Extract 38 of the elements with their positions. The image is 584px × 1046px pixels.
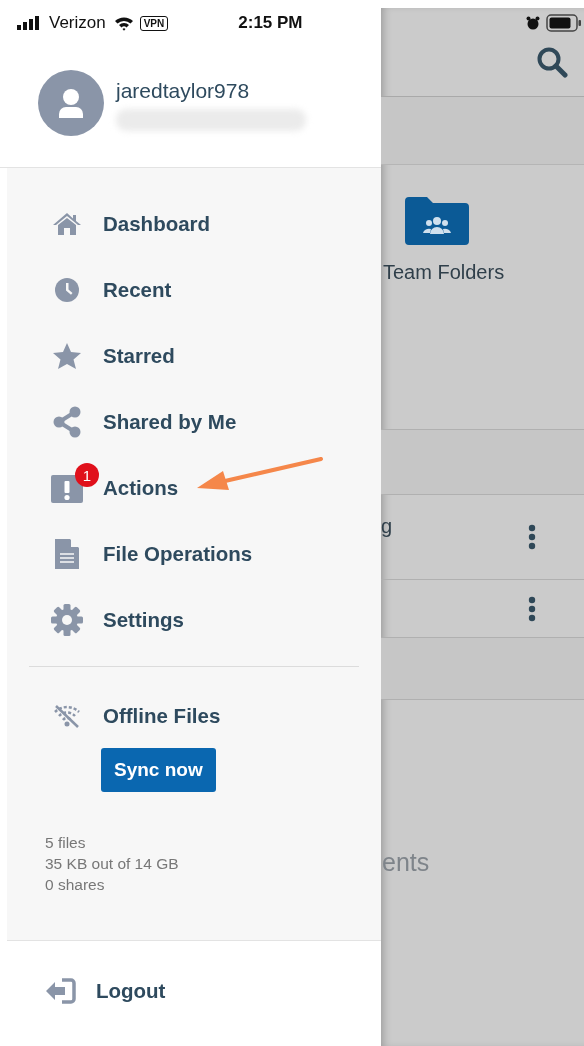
section-label: ents	[382, 848, 431, 877]
sync-now-button[interactable]: Sync now	[101, 748, 216, 792]
storage-stat: 5 files	[45, 833, 87, 853]
menu-item[interactable]: Starred	[29, 323, 359, 389]
menu-item[interactable]: Recent	[29, 257, 359, 323]
clock-icon	[54, 277, 80, 303]
folder-label: Team Folders	[383, 261, 506, 284]
logout-item[interactable]: Logout	[24, 957, 166, 1024]
avatar-icon	[38, 70, 104, 136]
alarm-icon	[526, 16, 540, 30]
row-title: g	[381, 515, 393, 538]
menu-item[interactable]: Dashboard	[29, 191, 359, 257]
battery-icon	[546, 14, 582, 32]
menu-item[interactable]: Settings	[29, 587, 359, 653]
more-options-icon[interactable]	[528, 524, 536, 550]
storage-stat: 35 KB out of 14 GB	[45, 854, 179, 874]
document-icon	[54, 538, 80, 570]
offline-files-label: Offline Files	[103, 704, 221, 728]
status-time: 2:15 PM	[238, 13, 303, 33]
search-icon[interactable]	[536, 46, 568, 78]
storage-stat: 0 shares	[45, 875, 106, 895]
alert-icon	[51, 473, 83, 503]
menu-item[interactable]: Shared by Me	[29, 389, 359, 455]
share-icon	[52, 406, 82, 438]
team-folder-icon[interactable]	[405, 197, 469, 245]
logout-icon	[44, 977, 76, 1004]
menu-item[interactable]: 1 Actions	[29, 455, 359, 521]
star-icon	[52, 342, 82, 370]
menu-item[interactable]: File Operations	[29, 521, 359, 587]
settings-icon	[51, 604, 83, 636]
home-icon	[52, 212, 82, 236]
wifi-off-icon	[52, 704, 82, 728]
wifi-icon	[113, 15, 134, 31]
username: jaredtaylor978	[116, 79, 251, 103]
carrier-name: Verizon	[49, 13, 106, 33]
vpn-indicator: VPN	[139, 15, 169, 31]
notification-badge: 1	[75, 463, 99, 487]
more-options-icon[interactable]	[528, 595, 536, 622]
